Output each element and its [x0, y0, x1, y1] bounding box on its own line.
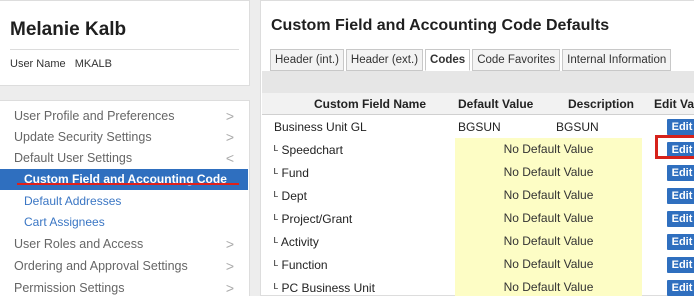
- tab-header-int[interactable]: Header (int.): [270, 49, 344, 71]
- column-header-edit: Edit Valu: [654, 97, 694, 111]
- username-label: User Name: [10, 58, 66, 70]
- tab-internal-information[interactable]: Internal Information: [562, 49, 672, 71]
- default-value: BGSUN: [458, 120, 501, 134]
- table-row: ᴸ Function No Default Value Edit: [262, 253, 694, 276]
- submenu-item-label: Default Addresses: [24, 194, 122, 208]
- active-item-annotation-underline: [17, 183, 239, 185]
- field-name: ᴸ Function: [274, 258, 328, 272]
- no-default-value-cell: No Default Value: [455, 161, 642, 184]
- page-title: Custom Field and Accounting Code Default…: [271, 17, 610, 34]
- tab-codes[interactable]: Codes: [425, 49, 471, 71]
- menu-item-user-profile[interactable]: User Profile and Preferences >: [0, 105, 248, 127]
- table-header: Custom Field Name Default Value Descript…: [262, 93, 694, 115]
- edit-button[interactable]: Edit: [667, 257, 694, 273]
- toolbar-strip: [262, 71, 694, 93]
- edit-button[interactable]: Edit: [667, 280, 694, 296]
- divider: [10, 49, 239, 50]
- field-name: ᴸ PC Business Unit: [274, 281, 375, 295]
- table-row: Business Unit GL BGSUN BGSUN Edit: [262, 115, 694, 138]
- field-name: ᴸ Activity: [274, 235, 319, 249]
- edit-button-annotation-box: [655, 135, 694, 159]
- chevron-right-icon: >: [225, 129, 234, 145]
- field-name: ᴸ Fund: [274, 166, 309, 180]
- edit-button[interactable]: Edit: [667, 211, 694, 227]
- menu-item-label: Update Security Settings: [14, 130, 152, 144]
- menu-item-user-roles[interactable]: User Roles and Access >: [0, 233, 248, 255]
- table-row: ᴸ Dept No Default Value Edit: [262, 184, 694, 207]
- chevron-right-icon: >: [225, 280, 234, 296]
- menu-item-label: Permission Settings: [14, 281, 125, 295]
- chevron-left-icon: <: [225, 150, 234, 166]
- submenu-item-custom-field-defaults[interactable]: Custom Field and Accounting Code Default…: [0, 169, 248, 207]
- menu-item-label: Default User Settings: [14, 151, 133, 165]
- username-row: User Name MKALB: [10, 58, 112, 70]
- username-value: MKALB: [74, 58, 112, 70]
- user-card: Melanie Kalb User Name MKALB: [0, 0, 250, 86]
- no-default-value-cell: No Default Value: [455, 230, 642, 253]
- table-row: ᴸ Project/Grant No Default Value Edit: [262, 207, 694, 230]
- column-header-default: Default Value: [458, 97, 534, 111]
- edit-button[interactable]: Edit: [667, 188, 694, 204]
- field-name: ᴸ Project/Grant: [274, 212, 353, 226]
- tab-code-favorites[interactable]: Code Favorites: [472, 49, 561, 71]
- chevron-right-icon: >: [225, 108, 234, 124]
- edit-button[interactable]: Edit: [667, 119, 694, 135]
- description: BGSUN: [556, 120, 599, 134]
- menu-item-default-user-settings[interactable]: Default User Settings <: [0, 147, 248, 169]
- column-header-name: Custom Field Name: [314, 97, 427, 111]
- field-name: Business Unit GL: [274, 120, 367, 134]
- submenu-item-label: Cart Assignees: [24, 215, 105, 229]
- menu-item-label: User Roles and Access: [14, 237, 144, 251]
- settings-menu: User Profile and Preferences > Update Se…: [0, 100, 250, 296]
- menu-item-permission-settings[interactable]: Permission Settings >: [0, 277, 248, 296]
- chevron-right-icon: >: [225, 236, 234, 252]
- main-panel: Custom Field and Accounting Code Default…: [260, 0, 694, 296]
- menu-item-label: User Profile and Preferences: [14, 109, 175, 123]
- table-row: ᴸ Fund No Default Value Edit: [262, 161, 694, 184]
- field-name: ᴸ Dept: [274, 189, 307, 203]
- no-default-value-cell: No Default Value: [455, 253, 642, 276]
- menu-item-ordering-approval[interactable]: Ordering and Approval Settings >: [0, 255, 248, 277]
- submenu-item-default-addresses[interactable]: Default Addresses: [0, 191, 248, 212]
- edit-button[interactable]: Edit: [667, 234, 694, 250]
- user-display-name: Melanie Kalb: [10, 19, 127, 40]
- tab-bar: Header (int.) Header (ext.) Codes Code F…: [270, 49, 673, 71]
- no-default-value-cell: No Default Value: [455, 184, 642, 207]
- no-default-value-cell: No Default Value: [455, 207, 642, 230]
- table-row: ᴸ Activity No Default Value Edit: [262, 230, 694, 253]
- chevron-right-icon: >: [225, 258, 234, 274]
- edit-button[interactable]: Edit: [667, 165, 694, 181]
- submenu-item-cart-assignees[interactable]: Cart Assignees: [0, 212, 248, 233]
- menu-item-security[interactable]: Update Security Settings >: [0, 126, 248, 148]
- no-default-value-cell: No Default Value: [455, 276, 642, 296]
- table-row: ᴸ Speedchart No Default Value Edit: [262, 138, 694, 161]
- no-default-value-cell: No Default Value: [455, 138, 642, 161]
- table-row: ᴸ PC Business Unit No Default Value Edit: [262, 276, 694, 296]
- tab-header-ext[interactable]: Header (ext.): [345, 49, 424, 71]
- menu-item-label: Ordering and Approval Settings: [14, 259, 188, 273]
- field-name: ᴸ Speedchart: [274, 143, 343, 157]
- column-header-description: Description: [568, 97, 635, 111]
